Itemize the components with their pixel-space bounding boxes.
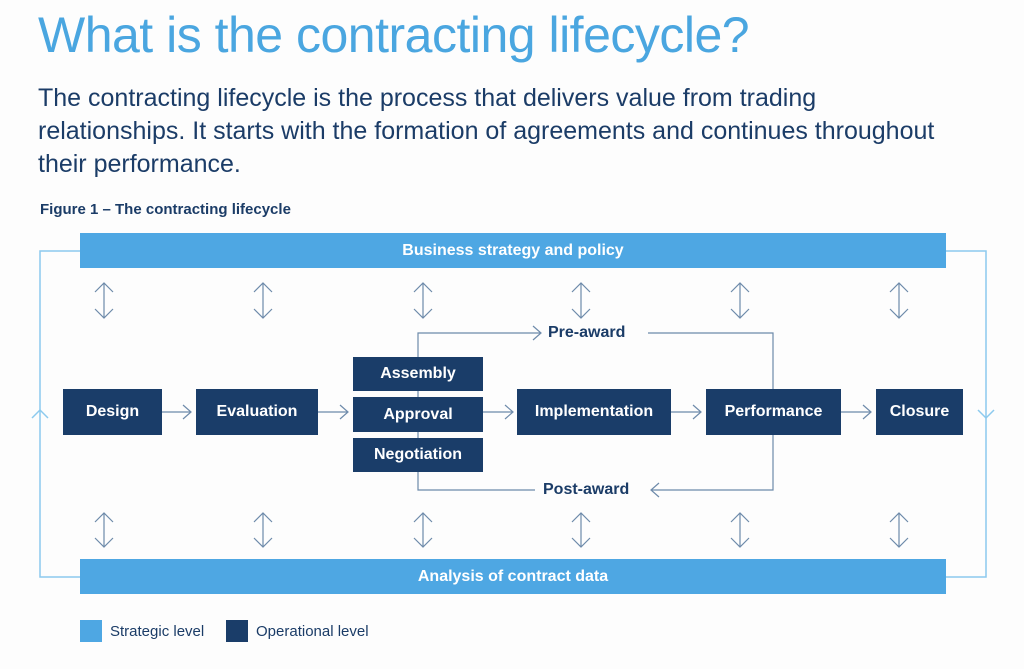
strategy-policy-bar: Business strategy and policy xyxy=(80,233,946,268)
stage-approval: Approval xyxy=(353,397,483,432)
stage-assembly: Assembly xyxy=(353,357,483,391)
legend-strategic: Strategic level xyxy=(80,620,204,642)
legend-label: Strategic level xyxy=(110,622,205,640)
legend-swatch-strategic xyxy=(80,620,102,642)
stage-design: Design xyxy=(63,389,162,435)
double-arrow-icon xyxy=(413,512,433,548)
double-arrow-icon xyxy=(94,512,114,548)
double-arrow-icon xyxy=(730,282,750,319)
double-arrow-icon xyxy=(571,282,591,319)
legend-swatch-operational xyxy=(226,620,248,642)
double-arrow-icon xyxy=(413,282,433,319)
double-arrow-icon xyxy=(94,282,114,319)
pre-award-label: Pre-award xyxy=(548,324,626,341)
stage-implementation: Implementation xyxy=(517,389,671,435)
post-award-label: Post-award xyxy=(543,481,630,498)
stage-closure: Closure xyxy=(876,389,963,435)
post-award-line xyxy=(417,472,535,491)
performance-to-post-award-line xyxy=(652,435,774,491)
double-arrow-icon xyxy=(889,512,909,548)
contract-data-analysis-bar: Analysis of contract data xyxy=(80,559,946,594)
double-arrow-icon xyxy=(571,512,591,548)
pre-award-to-performance-line xyxy=(648,332,774,389)
feedback-loop xyxy=(31,250,995,578)
stage-evaluation: Evaluation xyxy=(196,389,318,435)
stage-performance: Performance xyxy=(706,389,841,435)
double-arrow-icon xyxy=(253,512,273,548)
double-arrow-icon xyxy=(253,282,273,319)
pre-award-line xyxy=(417,332,540,357)
legend-label: Operational level xyxy=(256,622,369,640)
double-arrow-icon xyxy=(730,512,750,548)
legend-operational: Operational level xyxy=(226,620,369,642)
stage-negotiation: Negotiation xyxy=(353,438,483,472)
double-arrow-icon xyxy=(889,282,909,319)
